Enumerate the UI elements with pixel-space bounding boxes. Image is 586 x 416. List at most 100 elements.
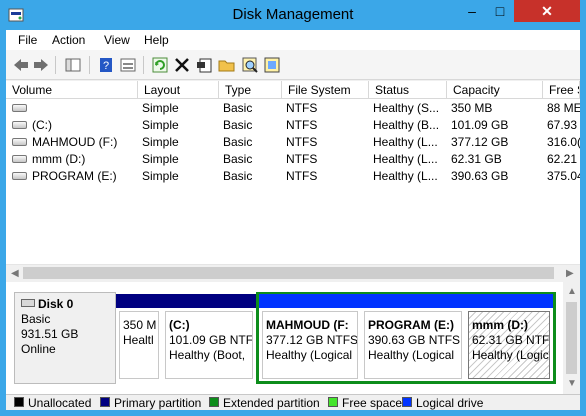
- partition-system-reserved[interactable]: 350 M Healtl: [116, 294, 162, 382]
- forward-icon[interactable]: [32, 56, 50, 74]
- properties-sheet-icon[interactable]: [196, 56, 214, 74]
- partition-program[interactable]: PROGRAM (E:) 390.63 GB NTFS Healthy (Log…: [361, 294, 465, 382]
- menu-view[interactable]: View: [104, 33, 130, 47]
- close-button[interactable]: ✕: [514, 0, 580, 22]
- scroll-down-arrow-icon[interactable]: ▼: [567, 378, 577, 389]
- column-header-layout[interactable]: Layout: [138, 81, 219, 99]
- disk-management-window: Disk Management – □ ✕ File Action View H…: [0, 0, 586, 416]
- legend-primary-partition: Primary partition: [100, 397, 201, 409]
- legend-free-space: Free space: [328, 397, 402, 409]
- scroll-up-arrow-icon[interactable]: ▲: [567, 286, 577, 297]
- volume-layout[interactable]: Simple: [138, 134, 218, 151]
- partition-status: Healthy (Logical: [266, 348, 353, 362]
- volume-layout[interactable]: Simple: [138, 168, 218, 185]
- volume-status[interactable]: Healthy (S...: [369, 100, 446, 117]
- partition-size: 390.63 GB NTFS: [368, 333, 461, 347]
- partition-details: PROGRAM (E:) 390.63 GB NTFS Healthy (Log…: [364, 311, 462, 379]
- disk-graphical-view: Disk 0 Basic 931.51 GB Online 350 M Heal…: [6, 282, 580, 394]
- column-header-volume[interactable]: Volume: [6, 81, 138, 99]
- volume-free-space[interactable]: 67.93: [543, 117, 580, 134]
- disk-type: Basic: [21, 312, 51, 326]
- partition-details: mmm (D:) 62.31 GB NTFS Healthy (Logic: [468, 311, 550, 379]
- column-header-type[interactable]: Type: [219, 81, 282, 99]
- partition-size: 101.09 GB NTFS: [169, 333, 253, 347]
- volume-layout[interactable]: Simple: [138, 117, 218, 134]
- svg-text:?: ?: [103, 60, 109, 72]
- volume-type[interactable]: Basic: [219, 151, 281, 168]
- volume-capacity[interactable]: 101.09 GB: [447, 117, 542, 134]
- volume-file-system[interactable]: NTFS: [282, 168, 368, 185]
- volume-drive-icon: [12, 104, 27, 112]
- volume-name[interactable]: PROGRAM (E:): [28, 168, 136, 185]
- partition-color-bar: [162, 294, 256, 308]
- volume-drive-icon: [12, 138, 27, 146]
- volume-capacity[interactable]: 62.31 GB: [447, 151, 542, 168]
- scroll-right-arrow-icon[interactable]: ▶: [566, 268, 574, 279]
- partition-name: (C:): [169, 318, 190, 332]
- volume-free-space[interactable]: 62.21: [543, 151, 580, 168]
- open-folder-icon[interactable]: [218, 56, 236, 74]
- volume-capacity[interactable]: 390.63 GB: [447, 168, 542, 185]
- volume-type[interactable]: Basic: [219, 117, 281, 134]
- volume-capacity[interactable]: 377.12 GB: [447, 134, 542, 151]
- disk-info-panel[interactable]: Disk 0 Basic 931.51 GB Online: [14, 292, 116, 384]
- menu-action[interactable]: Action: [52, 33, 85, 47]
- volume-name[interactable]: MAHMOUD (F:): [28, 134, 136, 151]
- volume-layout[interactable]: Simple: [138, 100, 218, 117]
- partition-name: PROGRAM (E:): [368, 318, 454, 332]
- volume-capacity[interactable]: 350 MB: [447, 100, 542, 117]
- volume-status[interactable]: Healthy (B...: [369, 117, 446, 134]
- format-icon[interactable]: [263, 56, 281, 74]
- legend-swatch: [209, 397, 219, 407]
- legend-swatch: [14, 397, 24, 407]
- disk-size: 931.51 GB: [21, 327, 79, 341]
- column-header-capacity[interactable]: Capacity: [447, 81, 543, 99]
- menu-file[interactable]: File: [18, 33, 37, 47]
- search-icon[interactable]: [241, 56, 259, 74]
- partition-c[interactable]: (C:) 101.09 GB NTFS Healthy (Boot,: [162, 294, 256, 382]
- volume-status[interactable]: Healthy (L...: [369, 168, 446, 185]
- toolbar-separator: [143, 56, 144, 74]
- properties-icon[interactable]: [119, 56, 137, 74]
- column-header-free-space[interactable]: Free S: [543, 81, 580, 99]
- column-header-status[interactable]: Status: [369, 81, 447, 99]
- partition-mmm-selected[interactable]: mmm (D:) 62.31 GB NTFS Healthy (Logic: [465, 294, 553, 382]
- partition-details: MAHMOUD (F: 377.12 GB NTFS Healthy (Logi…: [262, 311, 358, 379]
- partition-details: 350 M Healtl: [119, 311, 159, 379]
- show-hide-tree-icon[interactable]: [64, 56, 82, 74]
- volume-file-system[interactable]: NTFS: [282, 117, 368, 134]
- horizontal-scroll-thumb[interactable]: [23, 267, 554, 279]
- delete-icon[interactable]: [173, 56, 191, 74]
- volume-file-system[interactable]: NTFS: [282, 134, 368, 151]
- volume-drive-icon: [12, 172, 27, 180]
- volume-free-space[interactable]: 88 ME: [543, 100, 580, 117]
- menu-help[interactable]: Help: [144, 33, 169, 47]
- volume-free-space[interactable]: 375.04: [543, 168, 580, 185]
- back-icon[interactable]: [12, 56, 30, 74]
- horizontal-scrollbar[interactable]: ◀ ▶: [6, 264, 580, 281]
- volume-type[interactable]: Basic: [219, 134, 281, 151]
- volume-file-system[interactable]: NTFS: [282, 100, 368, 117]
- maximize-button[interactable]: □: [486, 0, 514, 22]
- volume-name[interactable]: mmm (D:): [28, 151, 136, 168]
- volume-name[interactable]: (C:): [28, 117, 136, 134]
- minimize-button[interactable]: –: [458, 0, 486, 22]
- volume-layout[interactable]: Simple: [138, 151, 218, 168]
- volume-free-space[interactable]: 316.0(: [543, 134, 580, 151]
- vertical-scroll-thumb[interactable]: [566, 302, 577, 374]
- refresh-icon[interactable]: [151, 56, 169, 74]
- volume-status[interactable]: Healthy (L...: [369, 151, 446, 168]
- legend-swatch: [328, 397, 338, 407]
- partition-mahmoud[interactable]: MAHMOUD (F: 377.12 GB NTFS Healthy (Logi…: [259, 294, 361, 382]
- volume-file-system[interactable]: NTFS: [282, 151, 368, 168]
- volume-drive-icon: [12, 155, 27, 163]
- help-icon[interactable]: ?: [97, 56, 115, 74]
- partition-status: Healthy (Logic: [472, 348, 549, 362]
- vertical-scrollbar[interactable]: ▲ ▼: [563, 282, 580, 394]
- scroll-left-arrow-icon[interactable]: ◀: [11, 268, 19, 279]
- volume-type[interactable]: Basic: [219, 168, 281, 185]
- volume-status[interactable]: Healthy (L...: [369, 134, 446, 151]
- volume-type[interactable]: Basic: [219, 100, 281, 117]
- column-header-file-system[interactable]: File System: [282, 81, 369, 99]
- partition-status: Healthy (Boot,: [169, 348, 246, 362]
